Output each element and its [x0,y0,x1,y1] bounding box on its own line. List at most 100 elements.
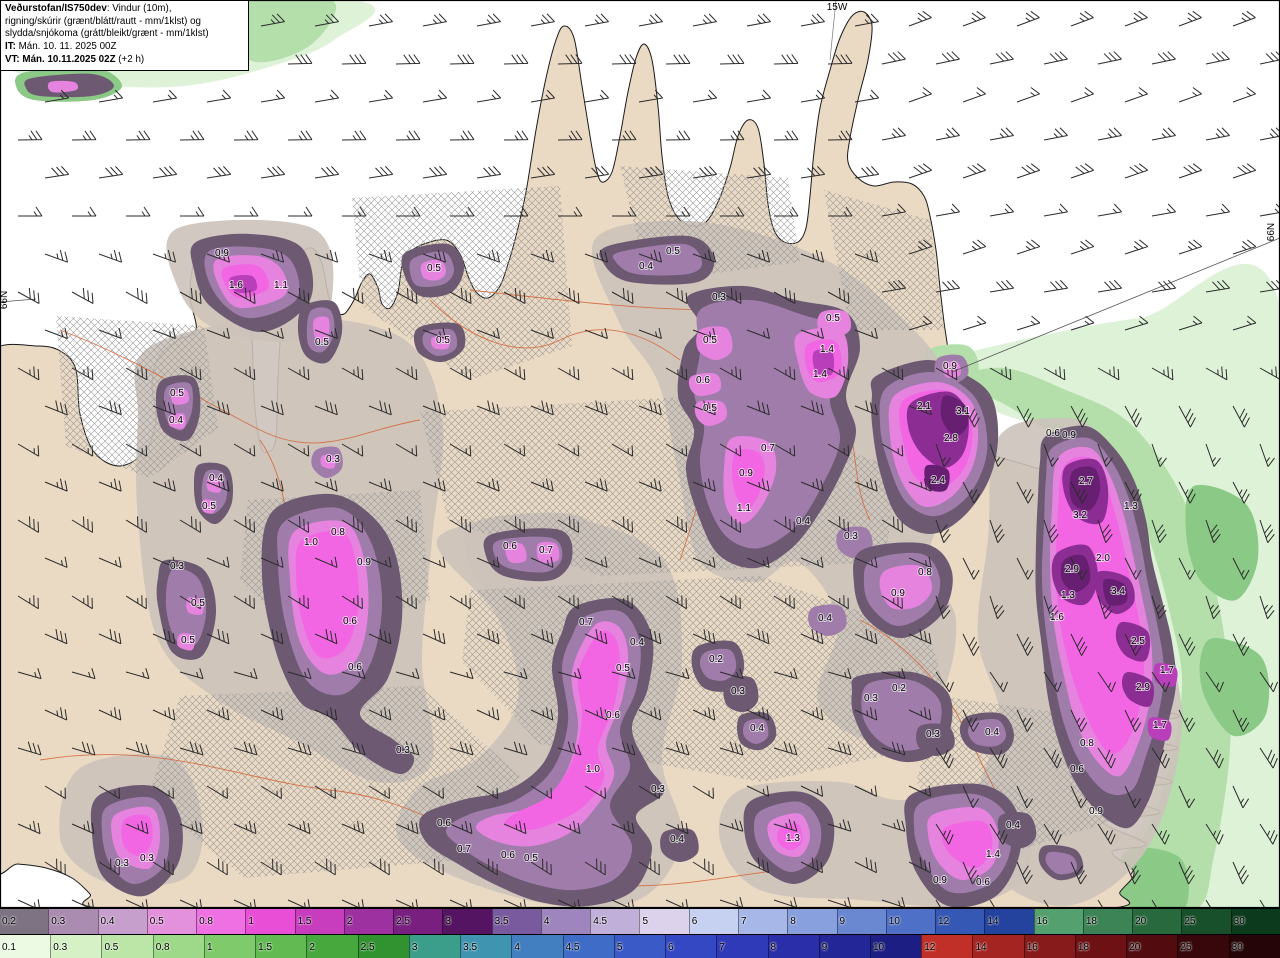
colorbar-rain-tick-label: 0.1 [2,942,16,953]
precip-value-label: 0.5 [191,598,205,609]
precip-value-label: 1.3 [1124,501,1138,512]
precip-value-label: 0.9 [357,557,371,568]
precip-value-label: 1.4 [986,849,1000,860]
precip-value-label: 3.2 [1073,510,1087,521]
precip-value-label: 0.9 [943,361,957,372]
colorbar-snow-segment: 14 [984,909,1034,934]
precip-value-label: 0.4 [1006,820,1020,831]
parallel-label-right: 66N [1266,223,1277,241]
colorbar-snow-segment: 0.5 [146,909,197,934]
precip-value-label: 1.4 [813,369,827,380]
colorbar-snow-segment: 0.3 [48,909,98,934]
colorbar-rain-segment: 1.5 [255,935,307,958]
precip-value-label: 0.6 [1070,764,1084,775]
init-time-value: Mán. 10. 11. 2025 00Z [15,41,117,53]
precip-value-label: 0.5 [666,246,680,257]
init-time-label: IT: [5,41,16,53]
colorbar-rain-tick-label: 0.3 [53,942,68,953]
precip-value-label: 0.5 [315,337,329,348]
colorbar-rain-segment: 5 [613,935,666,958]
colorbar-rain-segment: 12 [921,935,973,958]
colorbar-rain-tick-label: 25 [1180,942,1192,953]
init-time-line: IT: Mán. 10. 11. 2025 00Z [5,41,243,54]
precip-value-label: 0.7 [539,545,553,556]
colorbar-rain-tick-label: 4.5 [565,942,580,953]
precip-value-label: 2.9 [1136,682,1150,693]
precip-value-label: 0.5 [703,335,717,346]
colorbar-rain-segment: 30 [1228,935,1280,958]
forecast-info-box: Veðurstofan/IS750dev: Vindur (10m), rign… [0,0,249,71]
precip-value-label: 1.4 [820,344,834,355]
precip-value-label: 2.9 [1065,564,1079,575]
precip-value-label: 1.1 [274,280,288,291]
colorbar-snow-tick-label: 16 [1036,916,1048,927]
colorbar-rain-segment: 9 [818,935,870,958]
colorbar-rain-tick-label: 18 [1077,942,1090,953]
colorbar-rain-segment: 1 [203,935,256,958]
colorbar-rain-segment: 6 [665,935,717,958]
precip-value-label: 2.4 [931,475,945,486]
product-subtitle: : Vindur (10m), [106,3,172,14]
colorbar-snow-tick-label: 25 [1184,916,1196,927]
colorbar-rain: 0.1 0.3 0.5 0.8 1 1.5 2 2.5 3 3.5 4 4.5 5 6 7 8 9 10 12 14 1… [0,934,1280,958]
valid-time-value: Mán. 10.11.2025 02Z [19,53,116,65]
colorbar-snow-segment: 4.5 [590,909,640,934]
precip-value-label: 0.4 [985,727,999,738]
colorbar-rain-tick-label: 1 [206,942,213,953]
colorbar-snow-segment: 2 [343,909,394,934]
precip-value-label: 1.7 [1160,665,1174,676]
colorbar-rain-segment: 2 [306,935,358,958]
colorbar-snow-tick-label: 1.5 [297,916,312,927]
colorbar-snow-segment: 3 [442,909,492,934]
legend-line-rain: rigning/skúrir (grænt/blátt/rautt - mm/1… [5,15,201,27]
colorbar-snow-segment: 1.5 [294,909,344,934]
precip-value-label: 0.2 [709,654,723,665]
colorbar-rain-tick-label: 5 [616,942,623,953]
colorbar-snow-segment: 25 [1181,909,1231,934]
colorbar-snow-tick-label: 10 [888,916,900,927]
precip-value-label: 0.5 [181,635,195,646]
colorbar-rain-tick-label: 30 [1231,942,1243,953]
colorbar-snow-tick-label: 2 [346,916,353,927]
precip-value-label: 0.7 [457,844,471,855]
precip-value-label: 0.5 [703,403,717,414]
precip-value-label: 0.4 [630,637,644,648]
colorbar-snow: 0.2 0.3 0.4 0.5 0.8 1 1.5 2 2.5 3 3.5 4 4.5 5 6 7 8 9 10 12… [0,908,1280,934]
colorbar-rain-tick-label: 3.5 [463,942,478,953]
colorbar-rain-tick-label: 14 [975,942,987,953]
precip-value-label: 0.5 [616,663,630,674]
colorbar-snow-segment: 18 [1082,909,1133,934]
precip-value-label: 0.4 [639,261,653,272]
colorbar-rain-segment: 4 [511,935,563,958]
colorbar-rain-segment: 14 [972,935,1024,958]
colorbar-rain-tick-label: 0.5 [104,942,119,953]
precip-value-label: 0.5 [170,388,184,399]
colorbar-snow-tick-label: 0.3 [51,916,66,927]
colorbar-snow-tick-label: 12 [938,916,950,927]
precip-value-label: 0.5 [427,263,441,274]
colorbar-rain-tick-label: 9 [821,942,828,953]
precip-value-label: 0.8 [1080,738,1094,749]
precip-value-label: 0.2 [892,683,906,694]
precip-value-label: 0.4 [796,516,810,527]
precip-value-label: 0.3 [326,454,340,465]
precip-value-label: 3.4 [1111,586,1125,597]
precip-value-label: 0.8 [918,567,932,578]
precip-value-label: 0.3 [651,784,665,795]
precip-value-label: 0.3 [170,561,184,572]
colorbar-rain-segment: 18 [1074,935,1127,958]
precip-value-label: 0.3 [731,686,745,697]
precip-value-label: 0.9 [1062,430,1076,441]
colorbar-snow-tick-label: 3 [445,916,451,927]
precip-value-label: 0.6 [696,375,710,386]
precip-value-label: 0.6 [503,541,517,552]
weather-map-page: 15W 66N 66N 0.9 1.6 1.1 0.5 0.5 0.5 0.5 0.4 0.3 0.4… [0,0,1280,958]
colorbar-snow-segment: 0.2 [0,909,49,934]
colorbar-rain-tick-label: 0.8 [155,942,170,953]
precip-value-label: 1.0 [586,764,600,775]
colorbar-snow-tick-label: 2.5 [396,916,411,927]
colorbar-snow-segment: 3.5 [491,909,541,934]
colorbar-rain-segment: 8 [767,935,819,958]
precip-value-label: 0.3 [926,729,940,740]
precip-value-label: 1.1 [737,503,751,514]
